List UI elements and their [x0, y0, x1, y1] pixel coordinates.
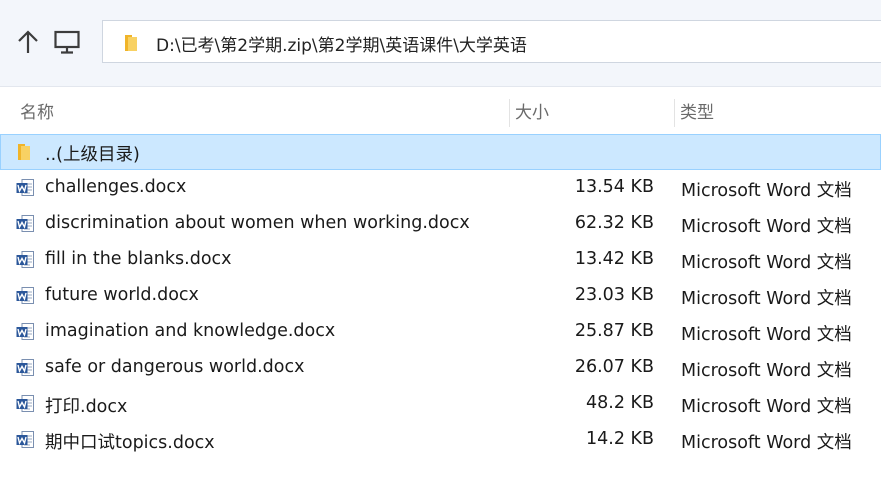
- file-name: fill in the blanks.docx: [45, 249, 232, 269]
- word-document-icon: [16, 178, 36, 202]
- file-row[interactable]: 期中口试topics.docx 14.2 KB Microsoft Word 文…: [0, 422, 881, 458]
- file-row[interactable]: safe or dangerous world.docx 26.07 KB Mi…: [0, 350, 881, 386]
- file-type: Microsoft Word 文档: [681, 181, 852, 201]
- folder-icon: [16, 142, 32, 166]
- toolbar: D:\已考\第2学期.zip\第2学期\英语课件\大学英语: [0, 0, 881, 87]
- file-row[interactable]: challenges.docx 13.54 KB Microsoft Word …: [0, 170, 881, 206]
- up-button[interactable]: [13, 26, 43, 58]
- word-document-icon: [16, 358, 36, 382]
- file-size: 23.03 KB: [574, 285, 654, 305]
- file-row[interactable]: fill in the blanks.docx 13.42 KB Microso…: [0, 242, 881, 278]
- address-path: D:\已考\第2学期.zip\第2学期\英语课件\大学英语: [156, 36, 527, 56]
- parent-directory-label: ..(上级目录): [45, 145, 140, 165]
- word-document-icon: [16, 286, 36, 310]
- file-name: future world.docx: [45, 285, 199, 305]
- file-size: 13.42 KB: [574, 249, 654, 269]
- column-header-type[interactable]: 类型: [680, 96, 714, 130]
- file-type: Microsoft Word 文档: [681, 433, 852, 453]
- computer-button[interactable]: [52, 26, 82, 58]
- file-size: 62.32 KB: [574, 213, 654, 233]
- address-bar[interactable]: D:\已考\第2学期.zip\第2学期\英语课件\大学英语: [102, 20, 881, 63]
- column-divider[interactable]: [509, 99, 510, 127]
- file-size: 26.07 KB: [574, 357, 654, 377]
- word-document-icon: [16, 394, 36, 418]
- file-name: safe or dangerous world.docx: [45, 357, 305, 377]
- file-size: 25.87 KB: [574, 321, 654, 341]
- column-header: 名称 大小 类型: [0, 96, 881, 130]
- monitor-icon: [54, 30, 80, 54]
- file-list: ..(上级目录) challenges.docx 13.54 KB Micros…: [0, 134, 881, 458]
- file-type: Microsoft Word 文档: [681, 217, 852, 237]
- parent-directory-row[interactable]: ..(上级目录): [0, 134, 881, 170]
- column-header-name[interactable]: 名称: [20, 96, 54, 130]
- file-row[interactable]: imagination and knowledge.docx 25.87 KB …: [0, 314, 881, 350]
- word-document-icon: [16, 214, 36, 238]
- file-type: Microsoft Word 文档: [681, 361, 852, 381]
- file-name: imagination and knowledge.docx: [45, 321, 336, 341]
- folder-icon: [123, 33, 139, 57]
- word-document-icon: [16, 430, 36, 454]
- file-row[interactable]: future world.docx 23.03 KB Microsoft Wor…: [0, 278, 881, 314]
- file-size: 48.2 KB: [585, 393, 654, 413]
- file-type: Microsoft Word 文档: [681, 325, 852, 345]
- file-name: 期中口试topics.docx: [45, 433, 215, 453]
- column-header-size[interactable]: 大小: [515, 96, 549, 130]
- file-size: 13.54 KB: [574, 177, 654, 197]
- column-divider[interactable]: [674, 99, 675, 127]
- word-document-icon: [16, 250, 36, 274]
- file-type: Microsoft Word 文档: [681, 289, 852, 309]
- file-type: Microsoft Word 文档: [681, 397, 852, 417]
- word-document-icon: [16, 322, 36, 346]
- file-name: challenges.docx: [45, 177, 187, 197]
- file-row[interactable]: 打印.docx 48.2 KB Microsoft Word 文档: [0, 386, 881, 422]
- file-type: Microsoft Word 文档: [681, 253, 852, 273]
- file-name: discrimination about women when working.…: [45, 213, 470, 233]
- file-size: 14.2 KB: [585, 429, 654, 449]
- up-arrow-icon: [18, 30, 38, 53]
- file-name: 打印.docx: [45, 397, 128, 417]
- file-row[interactable]: discrimination about women when working.…: [0, 206, 881, 242]
